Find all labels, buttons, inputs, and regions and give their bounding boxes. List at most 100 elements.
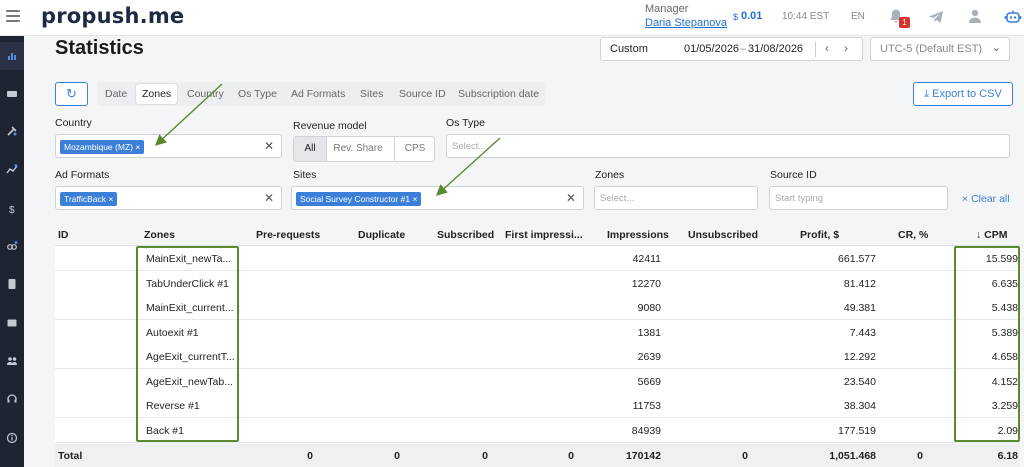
cell-profit: 81.412 [843,277,876,290]
chevron-right-icon[interactable]: › [844,41,848,55]
sidebar-item-info[interactable] [4,430,20,446]
sites-filter[interactable]: Social Survey Constructor #1 × ✕ [291,186,584,210]
total-impressions: 170142 [625,450,661,462]
export-csv-button[interactable]: ⤓ Export to CSV [913,82,1013,106]
manager-role-label: Manager [645,3,689,15]
cell-profit: 7.443 [849,326,876,339]
total-duplicate: 0 [394,450,400,462]
timezone-value: UTC-5 (Default EST) [880,43,983,55]
cell-impressions: 84939 [631,424,661,437]
total-cr: 0 [917,450,923,462]
language-switch[interactable]: EN [851,11,865,22]
revenue-option-all[interactable]: All [294,137,327,161]
col-cpm-label: CPM [984,229,1008,241]
remove-chip-icon[interactable]: × [412,194,417,204]
tab-country[interactable]: Country [187,88,224,100]
col-zones[interactable]: Zones [144,229,175,241]
zones-filter[interactable]: Select... [594,186,758,210]
col-cpm[interactable]: ↓ CPM [976,229,1008,241]
hamburger-menu-icon[interactable] [6,10,20,22]
source-id-filter[interactable]: Start typing [769,186,948,210]
total-profit: 1,051.468 [829,450,876,462]
cell-impressions: 1381 [637,326,661,339]
country-label: Country [55,117,92,129]
total-first-impressions: 0 [568,450,574,462]
sites-chip-label: Social Survey Constructor #1 [300,194,411,204]
sidebar-item-finance[interactable]: $ [4,201,20,217]
tab-os-type[interactable]: Os Type [238,88,277,100]
sidebar-item-support[interactable] [4,391,20,407]
clear-all-link[interactable]: × Clear all [962,193,1010,205]
cell-impressions: 2639 [637,351,661,363]
col-unsubscribed[interactable]: Unsubscribed [688,229,758,241]
table-header: ID Zones Pre-requests Duplicate Subscrib… [55,224,1020,246]
balance-currency: $ [733,12,739,22]
ad-formats-chip-label: TrafficBack [64,194,107,204]
sidebar-item-links[interactable] [4,238,20,254]
chevron-left-icon[interactable]: ‹ [825,41,829,55]
group-by-tabs: Date Zones Country Os Type Ad Formats Si… [97,82,545,106]
sidebar-item-statistics[interactable] [0,42,24,70]
telegram-icon[interactable] [928,9,944,25]
zones-highlight-box [136,246,239,442]
tab-source-id[interactable]: Source ID [399,88,446,100]
total-subscribed: 0 [482,450,488,462]
ad-formats-chip[interactable]: TrafficBack × [60,192,118,206]
svg-text:$: $ [9,205,15,215]
tab-sites[interactable]: Sites [360,88,383,100]
col-id[interactable]: ID [58,229,69,241]
cell-impressions: 11753 [632,400,661,412]
refresh-button[interactable]: ↻ [55,82,88,106]
revenue-option-rev-share[interactable]: Rev. Share [327,137,389,161]
col-cr[interactable]: CR, % [898,229,928,241]
remove-chip-icon[interactable]: × [135,142,140,152]
sidebar-item-wallet[interactable] [4,315,20,331]
date-from[interactable]: 01/05/2026 [684,43,739,55]
sites-chip[interactable]: Social Survey Constructor #1 × [296,192,422,206]
remove-chip-icon[interactable]: × [108,194,113,204]
chevron-down-icon: ⌄ [991,42,1001,54]
clear-icon[interactable]: ✕ [264,191,274,205]
date-range-type[interactable]: Custom [610,43,648,55]
support-bot-icon[interactable] [1004,8,1022,26]
sidebar-item-tools[interactable] [4,123,20,139]
col-subscribed[interactable]: Subscribed [437,229,494,241]
sidebar-item-documents[interactable] [4,276,20,292]
clear-all-label: Clear all [971,193,1010,205]
manager-name-link[interactable]: Daria Stepanova [645,17,727,29]
col-profit[interactable]: Profit, $ [800,229,839,241]
revenue-option-cps[interactable]: CPS [395,137,435,161]
ad-formats-filter[interactable]: TrafficBack × ✕ [55,186,282,210]
col-first-impressions[interactable]: First impressi... [505,229,583,241]
sidebar-item-trends[interactable] [4,161,20,177]
cell-impressions: 42411 [632,253,661,265]
sidebar-item-dashboard[interactable] [4,86,20,102]
col-pre-requests[interactable]: Pre-requests [256,229,320,241]
brand-logo[interactable]: propush.me [41,4,184,28]
col-duplicate[interactable]: Duplicate [358,229,405,241]
page-title: Statistics [55,37,144,59]
tab-zones[interactable]: Zones [136,84,178,104]
col-impressions[interactable]: Impressions [607,229,669,241]
date-range-picker[interactable]: Custom 01/05/2026 – 31/08/2026 ‹ › [600,37,863,61]
bar-chart-icon [8,53,16,60]
balance-value: 0.01 [741,10,763,22]
export-label: Export to CSV [932,88,1002,100]
timezone-select[interactable]: UTC-5 (Default EST) ⌄ [870,37,1010,61]
cell-impressions: 5669 [637,375,661,388]
date-to[interactable]: 31/08/2026 [748,43,803,55]
clear-icon[interactable]: ✕ [264,139,274,153]
sidebar-item-referrals[interactable] [4,353,20,369]
user-profile-icon[interactable] [967,8,983,24]
total-cpm: 6.18 [997,450,1018,462]
tab-subscription-date[interactable]: Subscription date [458,88,539,100]
country-filter[interactable]: Mozambique (MZ) × ✕ [55,134,282,158]
tab-ad-formats[interactable]: Ad Formats [291,88,345,100]
tab-date[interactable]: Date [105,88,127,100]
country-chip[interactable]: Mozambique (MZ) × [60,140,145,154]
top-bar: propush.me Manager Daria Stepanova $ 0.0… [0,0,1024,36]
document-icon [8,279,16,289]
clear-icon[interactable]: ✕ [566,191,576,205]
os-type-placeholder: Select... [452,141,487,152]
os-type-filter[interactable]: Select... [446,134,1010,158]
